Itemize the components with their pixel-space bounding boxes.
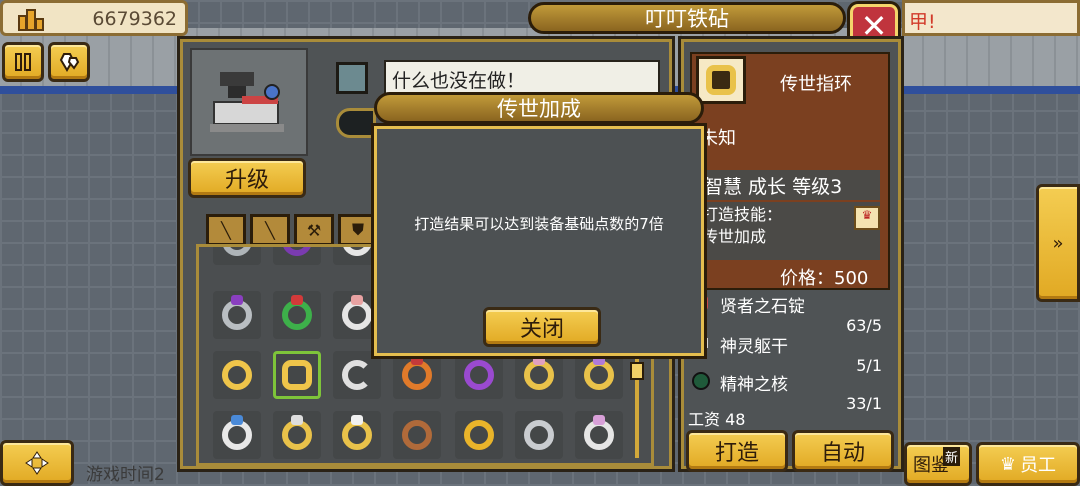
ring-icon [282, 247, 312, 256]
gem-icon [231, 295, 243, 305]
gem-icon [593, 355, 605, 365]
tab-sword[interactable]: ╲ [206, 214, 246, 246]
gems-button[interactable] [48, 42, 90, 82]
item-slot[interactable] [213, 411, 261, 459]
ring-icon [402, 420, 432, 450]
shop-title: 叮叮铁砧 [528, 2, 846, 34]
auto-button[interactable]: 自动 [792, 430, 894, 472]
material-row: 贤者之石锭 63/5 [690, 292, 890, 335]
item-slot[interactable] [213, 351, 261, 399]
tab-spear[interactable]: ╲ [250, 214, 290, 246]
material-name: 精神之核 [720, 375, 788, 395]
item-slot[interactable] [575, 411, 623, 459]
dialog-text: 打造结果可以达到装备基础点数的7倍 [414, 215, 664, 233]
crown-icon: ♛ [854, 206, 880, 230]
sword-icon: ╲ [221, 220, 231, 240]
compendium-button[interactable]: 图鉴 新 [904, 442, 972, 486]
pause-icon [15, 53, 31, 71]
item-slot[interactable] [455, 351, 503, 399]
dpad-button[interactable] [0, 440, 74, 486]
craft-button[interactable]: 打造 [686, 430, 788, 472]
gem-icon [593, 415, 605, 425]
item-unknown-label: 未知 [700, 128, 736, 149]
ring-icon [524, 420, 554, 450]
wage-label: 工资 48 [688, 410, 746, 429]
material-name: 贤者之石锭 [720, 297, 805, 317]
gems-icon [59, 53, 80, 72]
staff-label: 员工 [1020, 455, 1057, 476]
progress-bar [336, 108, 376, 138]
game-time-label: 游戏时间2 [86, 465, 165, 485]
gem-icon [231, 415, 243, 425]
gem-icon [533, 355, 545, 365]
shield-icon: ⛊ [351, 220, 364, 239]
scroll-thumb[interactable] [630, 362, 644, 380]
dpad-icon [25, 451, 49, 475]
ring-icon [342, 360, 372, 390]
dialog-title: 传世加成 [374, 92, 704, 124]
item-name: 传世指环 [780, 74, 852, 95]
tab-shield[interactable]: ⛊ [338, 214, 378, 246]
item-slot[interactable] [515, 411, 563, 459]
material-name: 神灵躯干 [720, 337, 788, 357]
dialog-close-button[interactable]: 关闭 [483, 307, 601, 347]
axe-icon: ⚒ [306, 220, 322, 240]
ring-icon [222, 360, 252, 390]
new-badge: 新 [943, 447, 961, 466]
ring-icon [282, 360, 312, 390]
staff-icon: ♛ [999, 453, 1017, 475]
double-chevron-right-icon: » [1052, 232, 1064, 254]
gem-icon [291, 415, 303, 425]
item-slot[interactable] [333, 351, 381, 399]
status-text: 什么也没在做！ [384, 60, 660, 96]
ring-icon [706, 65, 736, 95]
item-slot[interactable] [515, 351, 563, 399]
item-slot[interactable] [213, 291, 261, 339]
ring-icon [222, 247, 252, 256]
core-icon [692, 372, 710, 390]
tab-axe[interactable]: ⚒ [294, 214, 334, 246]
item-price: 价格：500 [780, 268, 869, 289]
craft-skill-box: 打造技能： 传世加成 [696, 202, 880, 260]
spear-icon: ╲ [265, 220, 275, 240]
anvil-display [190, 48, 308, 156]
ring-icon [464, 360, 494, 390]
alert-banner[interactable]: 甲! [902, 0, 1080, 36]
dialog-box: 打造结果可以达到装备基础点数的7倍 关闭 [374, 126, 704, 356]
item-slot[interactable] [393, 411, 441, 459]
item-slot[interactable] [455, 411, 503, 459]
item-slot[interactable] [273, 411, 321, 459]
material-row: 神灵躯干 5/1 [690, 332, 890, 375]
item-slot-selected[interactable] [273, 351, 321, 399]
material-count: 33/1 [846, 394, 882, 413]
upgrade-button[interactable]: 升级 [188, 158, 306, 198]
item-slot[interactable] [213, 247, 261, 265]
status-checkbox[interactable] [336, 62, 368, 94]
item-slot[interactable] [273, 247, 321, 265]
item-slot[interactable] [333, 411, 381, 459]
anvil-icon [210, 72, 284, 132]
money-value: 6679362 [92, 8, 177, 30]
gem-icon [351, 295, 363, 305]
gem-icon [411, 355, 423, 365]
building-icon [18, 9, 44, 31]
item-slot[interactable] [575, 351, 623, 399]
next-page-button[interactable]: » [1036, 184, 1080, 302]
material-row: 精神之核 33/1 [690, 370, 890, 413]
pause-button[interactable] [2, 42, 44, 82]
gem-icon [291, 295, 303, 305]
ring-icon [464, 420, 494, 450]
gem-icon [351, 415, 363, 425]
staff-button[interactable]: ♛ 员工 [976, 442, 1080, 486]
money-display: 6679362 [0, 0, 188, 36]
item-slot[interactable] [393, 351, 441, 399]
item-icon-frame [696, 56, 746, 104]
item-slot[interactable] [273, 291, 321, 339]
item-stat-line: 智慧 成长 等级3 [696, 170, 880, 200]
ring-icon [342, 247, 372, 256]
